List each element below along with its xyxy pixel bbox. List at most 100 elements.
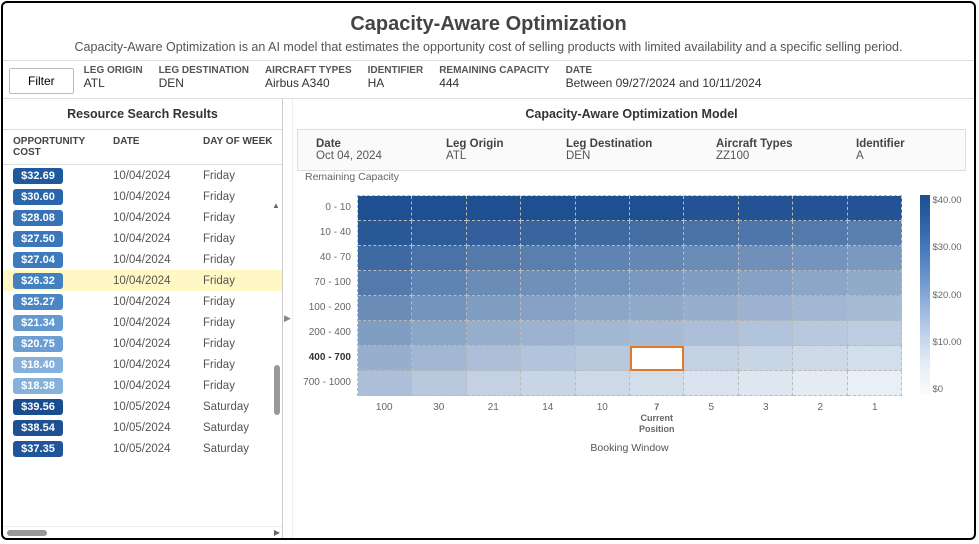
filter-group[interactable]: REMAINING CAPACITY444 <box>439 65 549 90</box>
table-row[interactable]: $27.0410/04/2024Friday <box>3 249 282 270</box>
heatmap-cell[interactable] <box>848 346 902 371</box>
heatmap-cell[interactable] <box>630 346 684 371</box>
heatmap-cell[interactable] <box>576 221 630 246</box>
heatmap-cell[interactable] <box>412 321 466 346</box>
filter-group[interactable]: LEG ORIGINATL <box>84 65 143 90</box>
heatmap-cell[interactable] <box>358 221 412 246</box>
heatmap-cell[interactable] <box>630 296 684 321</box>
table-row[interactable]: $32.6910/04/2024Friday <box>3 165 282 186</box>
heatmap-cell[interactable] <box>793 346 847 371</box>
scrollbar-thumb[interactable] <box>274 365 280 415</box>
scroll-up-icon[interactable]: ▲ <box>272 201 282 211</box>
heatmap-cell[interactable] <box>739 321 793 346</box>
heatmap-cell[interactable] <box>576 296 630 321</box>
filter-group[interactable]: LEG DESTINATIONDEN <box>159 65 249 90</box>
heatmap-cell[interactable] <box>684 196 738 221</box>
heatmap-cell[interactable] <box>848 296 902 321</box>
heatmap-cell[interactable] <box>739 346 793 371</box>
table-body[interactable]: ▲ $32.6910/04/2024Friday$30.6010/04/2024… <box>3 165 282 526</box>
heatmap-cell[interactable] <box>739 296 793 321</box>
heatmap-cell[interactable] <box>848 321 902 346</box>
heatmap-cell[interactable] <box>630 271 684 296</box>
table-row[interactable]: $28.0810/04/2024Friday <box>3 207 282 228</box>
heatmap-cell[interactable] <box>739 221 793 246</box>
heatmap-cell[interactable] <box>412 371 466 396</box>
heatmap-cell[interactable] <box>848 371 902 396</box>
heatmap-cell[interactable] <box>630 321 684 346</box>
heatmap-cell[interactable] <box>521 371 575 396</box>
heatmap-grid[interactable] <box>357 195 902 396</box>
heatmap-cell[interactable] <box>467 271 521 296</box>
col-header-dow[interactable]: DAY OF WEEK <box>203 136 278 158</box>
heatmap-cell[interactable] <box>467 346 521 371</box>
heatmap-cell[interactable] <box>739 196 793 221</box>
heatmap-cell[interactable] <box>793 296 847 321</box>
heatmap-cell[interactable] <box>467 246 521 271</box>
heatmap-cell[interactable] <box>739 246 793 271</box>
heatmap-cell[interactable] <box>412 246 466 271</box>
heatmap-cell[interactable] <box>412 346 466 371</box>
heatmap-cell[interactable] <box>358 271 412 296</box>
table-row[interactable]: $20.7510/04/2024Friday <box>3 333 282 354</box>
panel-divider[interactable]: ▶ <box>283 99 293 538</box>
heatmap-cell[interactable] <box>521 196 575 221</box>
heatmap-cell[interactable] <box>358 246 412 271</box>
heatmap-cell[interactable] <box>467 321 521 346</box>
filter-button[interactable]: Filter <box>9 68 74 94</box>
heatmap-cell[interactable] <box>358 346 412 371</box>
table-row[interactable]: $21.3410/04/2024Friday <box>3 312 282 333</box>
heatmap-cell[interactable] <box>739 271 793 296</box>
heatmap-cell[interactable] <box>793 196 847 221</box>
heatmap-cell[interactable] <box>358 321 412 346</box>
heatmap-cell[interactable] <box>521 271 575 296</box>
heatmap-cell[interactable] <box>684 296 738 321</box>
heatmap-cell[interactable] <box>684 321 738 346</box>
table-row[interactable]: $18.4010/04/2024Friday <box>3 354 282 375</box>
heatmap-cell[interactable] <box>576 371 630 396</box>
table-row[interactable]: $25.2710/04/2024Friday <box>3 291 282 312</box>
col-header-cost[interactable]: OPPORTUNITY COST <box>13 136 113 158</box>
heatmap-cell[interactable] <box>467 221 521 246</box>
table-row[interactable]: $38.5410/05/2024Saturday <box>3 417 282 438</box>
filter-group[interactable]: AIRCRAFT TYPESAirbus A340 <box>265 65 352 90</box>
heatmap-cell[interactable] <box>684 346 738 371</box>
heatmap-cell[interactable] <box>793 271 847 296</box>
heatmap-cell[interactable] <box>630 246 684 271</box>
filter-group[interactable]: IDENTIFIERHA <box>368 65 424 90</box>
heatmap-cell[interactable] <box>684 221 738 246</box>
heatmap-cell[interactable] <box>848 196 902 221</box>
heatmap-cell[interactable] <box>576 246 630 271</box>
table-row[interactable]: $39.5610/05/2024Saturday <box>3 396 282 417</box>
heatmap-cell[interactable] <box>630 196 684 221</box>
heatmap-cell[interactable] <box>684 271 738 296</box>
heatmap-cell[interactable] <box>793 371 847 396</box>
heatmap-cell[interactable] <box>576 196 630 221</box>
table-row[interactable]: $18.3810/04/2024Friday <box>3 375 282 396</box>
table-row[interactable]: $30.6010/04/2024Friday <box>3 186 282 207</box>
heatmap-cell[interactable] <box>576 271 630 296</box>
heatmap-cell[interactable] <box>848 271 902 296</box>
heatmap-cell[interactable] <box>848 246 902 271</box>
heatmap-cell[interactable] <box>521 296 575 321</box>
heatmap-cell[interactable] <box>467 196 521 221</box>
heatmap-cell[interactable] <box>576 346 630 371</box>
heatmap-cell[interactable] <box>412 296 466 321</box>
heatmap-cell[interactable] <box>576 321 630 346</box>
heatmap-cell[interactable] <box>848 221 902 246</box>
heatmap-cell[interactable] <box>684 371 738 396</box>
heatmap-cell[interactable] <box>630 221 684 246</box>
heatmap-cell[interactable] <box>467 296 521 321</box>
heatmap-cell[interactable] <box>793 246 847 271</box>
heatmap-cell[interactable] <box>793 221 847 246</box>
filter-group[interactable]: DATEBetween 09/27/2024 and 10/11/2024 <box>566 65 762 90</box>
heatmap-cell[interactable] <box>467 371 521 396</box>
col-header-date[interactable]: DATE <box>113 136 203 158</box>
heatmap-cell[interactable] <box>630 371 684 396</box>
heatmap-cell[interactable] <box>358 371 412 396</box>
heatmap-cell[interactable] <box>358 196 412 221</box>
heatmap-cell[interactable] <box>521 246 575 271</box>
table-row[interactable]: $37.3510/05/2024Saturday <box>3 438 282 459</box>
heatmap-cell[interactable] <box>521 221 575 246</box>
heatmap-cell[interactable] <box>412 221 466 246</box>
horizontal-scrollbar[interactable]: ▶ <box>3 526 282 538</box>
